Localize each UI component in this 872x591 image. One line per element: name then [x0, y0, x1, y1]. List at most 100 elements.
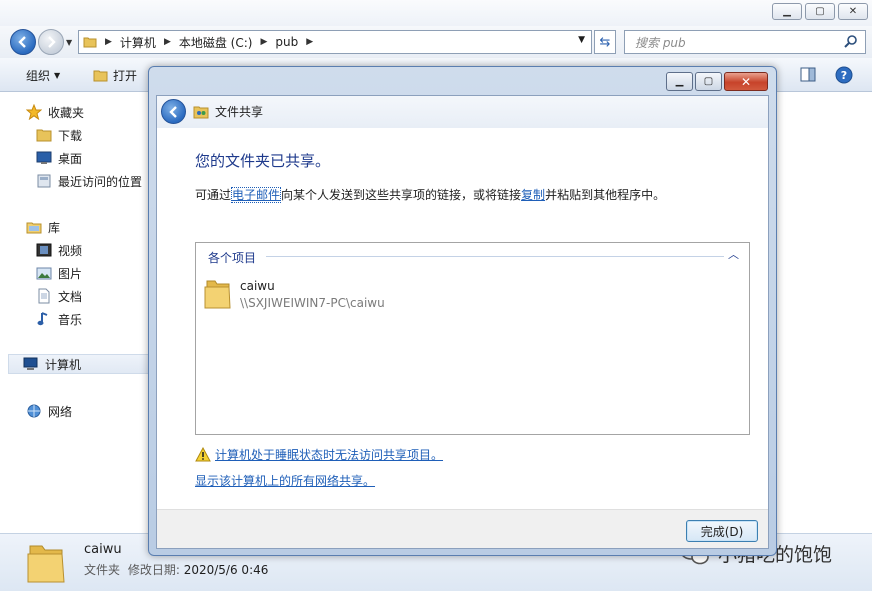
star-icon: [25, 103, 43, 121]
sidebar-item-label: 桌面: [58, 151, 83, 166]
recent-pages-dropdown-icon[interactable]: ▼: [66, 38, 72, 47]
picture-icon: [36, 265, 52, 281]
desc-suffix: 并粘贴到其他程序中。: [545, 188, 666, 202]
sidebar-item-pictures[interactable]: 图片: [36, 263, 82, 283]
dialog-minimize-button[interactable]: ▁: [666, 72, 693, 91]
sidebar-item-label: 收藏夹: [48, 105, 85, 120]
show-all-shares-link[interactable]: 显示该计算机上的所有网络共享。: [195, 474, 375, 488]
dialog-window-buttons: ▁ ▢ ✕: [666, 72, 768, 91]
details-type: 文件夹: [84, 563, 121, 577]
sidebar-item-videos[interactable]: 视频: [36, 240, 82, 260]
shared-items-list[interactable]: 各个项目 ︿ caiwu \\SXJIWEIWIN7-PC\caiwu: [195, 242, 750, 435]
breadcrumb-computer[interactable]: 计算机: [120, 34, 156, 51]
sidebar-item-libraries[interactable]: 库: [26, 217, 60, 237]
refresh-button[interactable]: ⇆: [594, 30, 616, 54]
forward-button[interactable]: [38, 29, 64, 55]
maximize-icon: ▢: [703, 76, 714, 87]
search-icon[interactable]: [843, 34, 859, 50]
email-link[interactable]: 电子邮件: [231, 187, 282, 203]
sidebar-item-label: 计算机: [45, 357, 82, 372]
chevron-up-icon[interactable]: ︿: [728, 246, 739, 262]
sidebar-item-recent[interactable]: 最近访问的位置: [36, 171, 142, 191]
group-divider: [266, 256, 724, 257]
sidebar-item-label: 下载: [58, 128, 83, 143]
dialog-title-text: 文件共享: [215, 105, 264, 119]
desc-middle: 向某个人发送到这些共享项的链接，或将链接: [281, 188, 522, 202]
navigation-bar: ▼ ▶ 计算机 ▶ 本地磁盘 (C:) ▶ pub ▶ ▼ ⇆ 搜索 pub: [0, 26, 872, 58]
open-button[interactable]: 打开: [93, 67, 137, 84]
recent-places-icon: [36, 173, 52, 189]
preview-pane-icon[interactable]: [799, 66, 817, 84]
video-icon: [36, 242, 52, 258]
network-icon: [26, 403, 42, 419]
shared-item-path: \\SXJIWEIWIN7-PC\caiwu: [240, 296, 385, 310]
music-note-icon: [36, 311, 52, 327]
dialog-title: 文件共享: [193, 103, 263, 120]
maximize-button[interactable]: ▢: [805, 3, 835, 20]
sidebar-item-label: 音乐: [58, 312, 83, 327]
minimize-icon: ▁: [783, 6, 791, 17]
sidebar-item-computer[interactable]: 计算机: [8, 354, 150, 374]
back-button[interactable]: [10, 29, 36, 55]
details-modified-value: 2020/5/6 0:46: [183, 563, 269, 577]
breadcrumb-pub[interactable]: pub: [275, 35, 298, 49]
explorer-titlebar: ▁ ▢ ✕: [0, 0, 872, 26]
folder-icon: [36, 127, 52, 143]
close-icon: ✕: [740, 74, 752, 89]
sleep-warning-link[interactable]: 计算机处于睡眠状态时无法访问共享项目。: [215, 446, 443, 463]
navigation-pane: 收藏夹 下载 桌面 最近访问的位置 库 视频 图片 文档 音乐 计算机 网络: [0, 93, 150, 533]
document-icon: [36, 288, 52, 304]
folder-icon: [204, 280, 231, 309]
close-icon: ✕: [848, 6, 858, 17]
breadcrumb-chevron-icon[interactable]: ▶: [105, 37, 112, 47]
open-folder-icon: [93, 70, 108, 81]
dialog-heading: 您的文件夹已共享。: [195, 152, 331, 170]
sleep-warning[interactable]: 计算机处于睡眠状态时无法访问共享项目。: [195, 446, 443, 463]
sidebar-item-label: 网络: [48, 404, 73, 419]
copy-link[interactable]: 复制: [521, 188, 545, 202]
dialog-back-button[interactable]: [161, 99, 186, 124]
breadcrumb-chevron-icon[interactable]: ▶: [260, 37, 267, 47]
search-input[interactable]: 搜索 pub: [624, 30, 866, 54]
minimize-button[interactable]: ▁: [772, 3, 802, 20]
dialog-header: 文件共享: [157, 96, 768, 128]
dialog-footer: 完成(D): [157, 509, 768, 548]
close-button[interactable]: ✕: [838, 3, 868, 20]
refresh-icon: ⇆: [599, 34, 611, 50]
minimize-icon: ▁: [675, 76, 684, 87]
organize-button[interactable]: 组织 ▼: [26, 67, 60, 84]
details-name: caiwu: [84, 542, 122, 557]
sidebar-item-label: 库: [48, 220, 61, 235]
svg-text:?: ?: [841, 69, 847, 82]
folder-icon: [27, 545, 65, 583]
library-icon: [26, 219, 42, 235]
sidebar-item-documents[interactable]: 文档: [36, 286, 82, 306]
help-icon[interactable]: ?: [835, 66, 853, 84]
sidebar-item-favorites[interactable]: 收藏夹: [25, 102, 85, 122]
group-header[interactable]: 各个项目: [208, 249, 256, 266]
breadcrumb-chevron-icon[interactable]: ▶: [306, 37, 313, 47]
search-placeholder: 搜索 pub: [635, 35, 686, 50]
arrow-left-icon: [168, 105, 177, 118]
organize-label: 组织: [26, 69, 51, 83]
details-meta: 文件夹 修改日期: 2020/5/6 0:46: [84, 561, 268, 578]
address-bar[interactable]: ▶ 计算机 ▶ 本地磁盘 (C:) ▶ pub ▶ ▼: [78, 30, 592, 54]
sidebar-item-label: 文档: [58, 289, 83, 304]
desktop-icon: [36, 150, 52, 166]
dialog-maximize-button[interactable]: ▢: [695, 72, 722, 91]
breadcrumb-chevron-icon[interactable]: ▶: [164, 37, 171, 47]
done-button[interactable]: 完成(D): [686, 520, 758, 542]
dialog-close-button[interactable]: ✕: [724, 72, 768, 91]
dialog-client: 文件共享 您的文件夹已共享。 可通过电子邮件向某个人发送到这些共享项的链接，或将…: [156, 95, 769, 549]
address-dropdown-icon[interactable]: ▼: [578, 35, 585, 45]
list-item[interactable]: caiwu \\SXJIWEIWIN7-PC\caiwu: [204, 277, 385, 311]
arrow-right-icon: [48, 36, 56, 48]
sidebar-item-network[interactable]: 网络: [26, 401, 72, 421]
sidebar-item-downloads[interactable]: 下载: [36, 125, 82, 145]
file-sharing-icon: [193, 106, 209, 118]
file-sharing-dialog: ▁ ▢ ✕ 文件共享 您的文件夹已共享。 可通过电子邮件向某个人发送到这些共享项…: [148, 66, 777, 556]
sidebar-item-desktop[interactable]: 桌面: [36, 148, 82, 168]
breadcrumb-local-disk[interactable]: 本地磁盘 (C:): [179, 34, 253, 51]
sidebar-item-music[interactable]: 音乐: [36, 309, 82, 329]
show-all-shares-link-container: 显示该计算机上的所有网络共享。: [195, 472, 375, 489]
